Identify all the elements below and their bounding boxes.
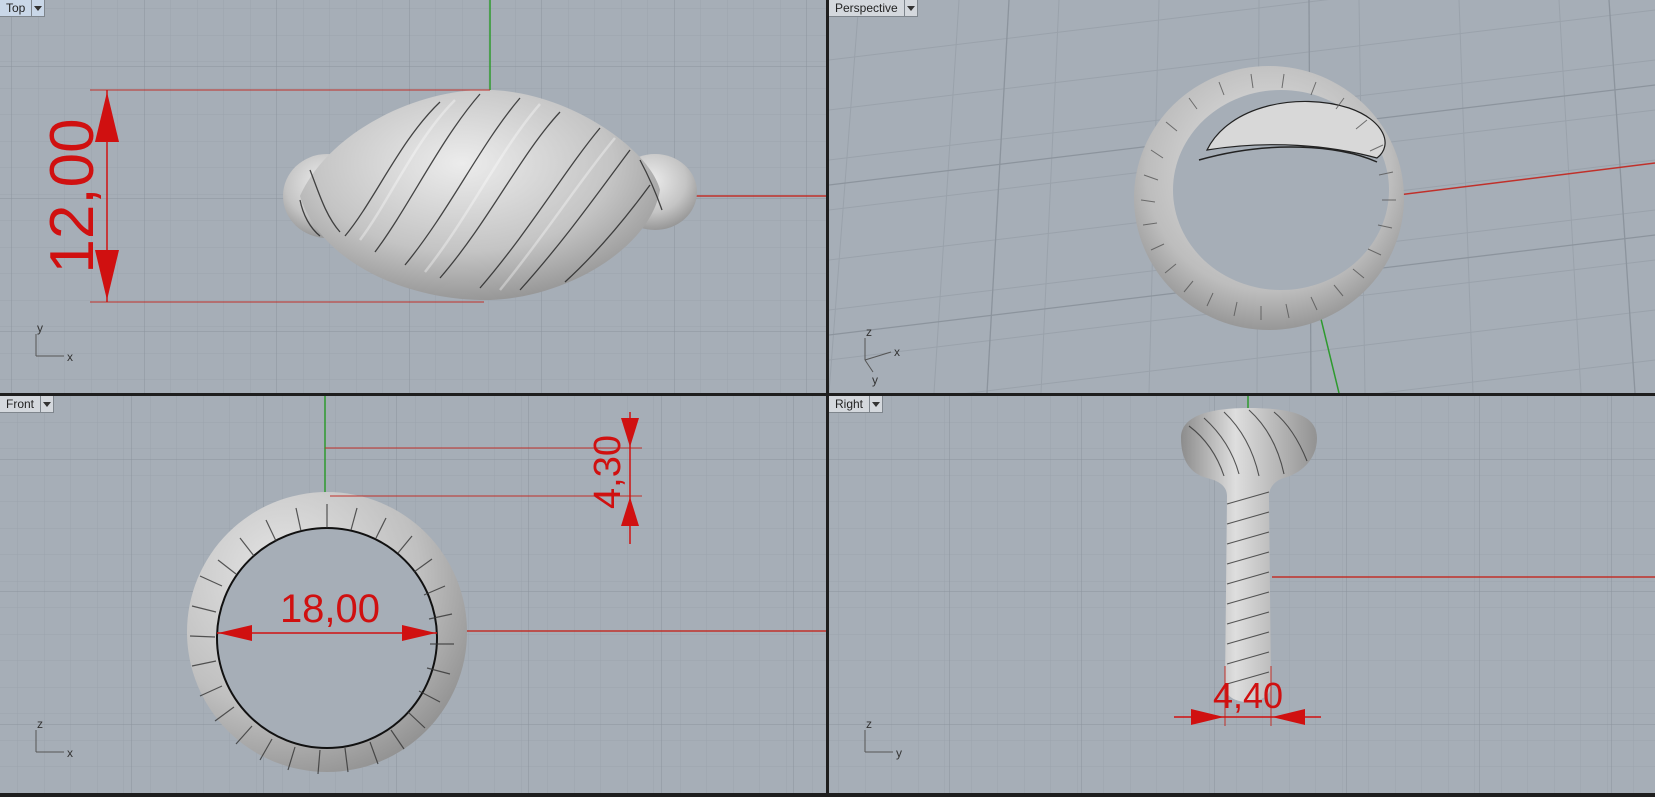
viewport-tab-perspective[interactable]: Perspective bbox=[829, 0, 918, 17]
dimension-label: 4,30 bbox=[587, 435, 629, 509]
svg-text:z: z bbox=[866, 325, 872, 339]
viewport-tab-label: Top bbox=[6, 1, 26, 15]
dimension-label: 18,00 bbox=[280, 587, 380, 631]
svg-text:z: z bbox=[866, 717, 872, 731]
svg-text:x: x bbox=[894, 345, 900, 359]
viewport-tab-right[interactable]: Right bbox=[829, 396, 884, 413]
svg-text:y: y bbox=[37, 321, 43, 335]
svg-text:x: x bbox=[67, 746, 73, 760]
ring-model-perspective[interactable] bbox=[1134, 66, 1404, 330]
dimension-label: 12,00 bbox=[38, 118, 107, 273]
front-canvas[interactable]: 18,00 4,30 z x bbox=[0, 396, 826, 793]
viewport-tab-top[interactable]: Top bbox=[0, 0, 46, 17]
viewport-tab-front[interactable]: Front bbox=[0, 396, 55, 413]
chevron-down-icon[interactable] bbox=[31, 0, 44, 16]
chevron-down-icon[interactable] bbox=[903, 0, 917, 16]
viewport-perspective[interactable]: z x y Perspective bbox=[829, 0, 1655, 393]
svg-text:y: y bbox=[896, 746, 902, 760]
viewport-top[interactable]: 12,00 y x Top bbox=[0, 0, 826, 393]
svg-text:z: z bbox=[37, 717, 43, 731]
viewport-tab-label: Front bbox=[6, 397, 35, 411]
chevron-down-icon[interactable] bbox=[40, 396, 53, 412]
svg-text:y: y bbox=[872, 373, 878, 387]
perspective-canvas[interactable]: z x y bbox=[829, 0, 1655, 393]
right-canvas[interactable]: 4,40 z y bbox=[829, 396, 1655, 793]
chevron-down-icon[interactable] bbox=[869, 396, 882, 412]
top-canvas[interactable]: 12,00 y x bbox=[0, 0, 826, 393]
svg-text:x: x bbox=[67, 350, 73, 364]
axis-triad-icon: z x y bbox=[864, 325, 900, 387]
dimension-label: 4,40 bbox=[1213, 675, 1283, 716]
viewport-front[interactable]: 18,00 4,30 z x Front bbox=[0, 396, 826, 793]
viewport-tab-label: Right bbox=[835, 397, 864, 411]
viewport-right[interactable]: 4,40 z y Right bbox=[829, 396, 1655, 793]
viewport-tab-label: Perspective bbox=[835, 1, 898, 15]
